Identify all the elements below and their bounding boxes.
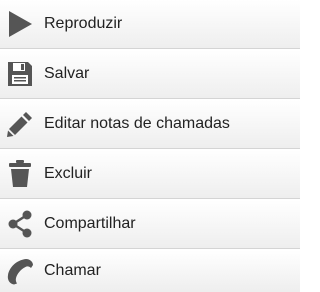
trash-icon (6, 160, 34, 188)
menu-item-editar-notas[interactable]: Editar notas de chamadas (0, 100, 300, 149)
menu-item-label: Reproduzir (44, 15, 123, 32)
menu-item-reproduzir[interactable]: Reproduzir (0, 0, 300, 49)
menu-item-label: Salvar (44, 65, 90, 82)
context-menu: Reproduzir Salvar Editar notas de chamad… (0, 0, 300, 292)
menu-item-excluir[interactable]: Excluir (0, 150, 300, 199)
phone-icon (6, 257, 34, 285)
menu-item-compartilhar[interactable]: Compartilhar (0, 200, 300, 249)
menu-item-label: Editar notas de chamadas (44, 115, 230, 132)
save-icon (6, 60, 34, 88)
play-icon (6, 10, 34, 38)
menu-item-label: Compartilhar (44, 215, 136, 232)
share-icon (6, 210, 34, 238)
menu-item-label: Excluir (44, 165, 93, 182)
menu-item-label: Chamar (44, 262, 101, 279)
pencil-icon (6, 110, 34, 138)
menu-item-chamar[interactable]: Chamar (0, 250, 300, 292)
menu-item-salvar[interactable]: Salvar (0, 50, 300, 99)
